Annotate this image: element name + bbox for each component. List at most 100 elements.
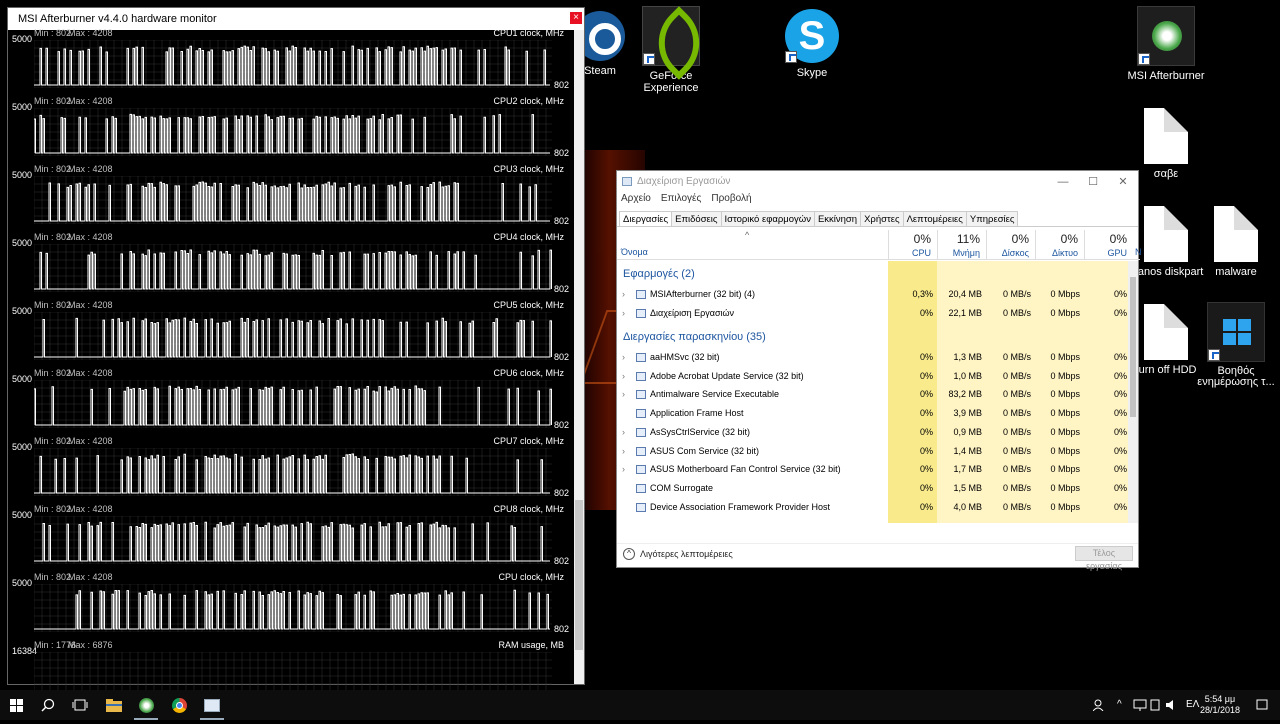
- expand-chevron-icon[interactable]: ›: [622, 423, 625, 442]
- column-name[interactable]: Όνομα: [621, 247, 648, 257]
- process-row[interactable]: › aaHMSvc (32 bit) 0% 1,3 MB 0 MB/s 0 Mbps 0%: [617, 348, 1130, 367]
- tab-users[interactable]: Χρήστες: [860, 211, 904, 226]
- menu-options[interactable]: Επιλογές: [661, 193, 701, 207]
- process-row[interactable]: Device Association Framework Provider Ho…: [617, 498, 1130, 517]
- expand-chevron-icon[interactable]: ›: [622, 304, 625, 323]
- graph-panel: 5000 Min : 802 Max : 4208 CPU4 clock, MHz 80…: [8, 232, 576, 302]
- monitor-title-bar[interactable]: MSI Afterburner v4.4.0 hardware monitor …: [8, 8, 584, 30]
- graph-name: CPU6 clock, MHz: [493, 368, 564, 378]
- column-disk[interactable]: 0% Δίσκος: [986, 230, 1035, 260]
- expand-chevron-icon[interactable]: ›: [622, 348, 625, 367]
- msi-monitor-window[interactable]: MSI Afterburner v4.4.0 hardware monitor …: [7, 7, 585, 700]
- column-memory[interactable]: 11% Μνήμη: [937, 230, 986, 260]
- maximize-button[interactable]: ☐: [1078, 171, 1108, 193]
- process-cpu: 0%: [919, 501, 933, 512]
- process-network: 0 Mbps: [1050, 389, 1080, 400]
- geforce-icon: [642, 6, 700, 66]
- graph-name: CPU3 clock, MHz: [493, 164, 564, 174]
- desktop-icon-label: Skype: [796, 67, 828, 79]
- scrollbar-thumb[interactable]: [575, 500, 583, 650]
- tab-details[interactable]: Λεπτομέρειες: [902, 211, 967, 226]
- tab-performance[interactable]: Επιδόσεις: [671, 211, 722, 226]
- process-memory: 1,4 MB: [953, 445, 982, 456]
- expand-chevron-icon[interactable]: ›: [622, 442, 625, 461]
- menu-view[interactable]: Προβολή: [711, 193, 751, 207]
- end-task-button[interactable]: Τέλος εργασίας: [1075, 546, 1133, 571]
- process-memory: 0,9 MB: [953, 426, 982, 437]
- scrollbar-thumb[interactable]: [1130, 277, 1136, 417]
- expand-chevron-icon[interactable]: ›: [622, 385, 625, 404]
- speaker-icon[interactable]: [1165, 690, 1177, 720]
- process-icon: [636, 309, 646, 318]
- tab-services[interactable]: Υπηρεσίες: [965, 211, 1019, 226]
- language-indicator[interactable]: ΕΛ: [1186, 690, 1199, 720]
- taskbar-file-explorer[interactable]: [98, 690, 130, 720]
- process-row[interactable]: › ASUS Motherboard Fan Control Service (3…: [617, 460, 1130, 479]
- group-apps[interactable]: Εφαρμογές (2): [623, 268, 695, 280]
- graph-panel: 5000 Min : 802 Max : 4208 CPU5 clock, MHz 80…: [8, 300, 576, 370]
- monitor-scrollbar[interactable]: [574, 30, 584, 684]
- taskbar-msi-afterburner[interactable]: [130, 690, 162, 720]
- network-label: Δίκτυο: [1052, 248, 1078, 258]
- graph-min: Min : 802: [34, 368, 72, 378]
- close-button[interactable]: ×: [570, 12, 582, 24]
- column-headers: ^ Όνομα 0% CPU 11% Μνήμη 0% Δίσκος 0% Δίκτυο…: [617, 230, 1142, 260]
- network-total: 0%: [1060, 232, 1078, 246]
- chevron-up-icon[interactable]: ^: [1117, 690, 1122, 720]
- start-button[interactable]: [0, 690, 32, 720]
- tm-title-bar[interactable]: Διαχείριση Εργασιών — ☐ ✕: [617, 171, 1138, 193]
- fewer-details-link[interactable]: ^ Λιγότερες λεπτομέρειες: [623, 548, 733, 560]
- close-button[interactable]: ✕: [1108, 171, 1138, 193]
- desktop-icon-skype[interactable]: S Skype: [772, 6, 852, 79]
- taskbar-task-manager[interactable]: [196, 690, 228, 720]
- process-row[interactable]: › AsSysCtrlService (32 bit) 0% 0,9 MB 0 MB/s…: [617, 423, 1130, 442]
- minimize-button[interactable]: —: [1048, 171, 1078, 193]
- task-view-button[interactable]: [64, 690, 96, 720]
- tab-app-history[interactable]: Ιστορικό εφαρμογών: [720, 211, 815, 226]
- desktop-icon-geforce[interactable]: GeForce Experience: [631, 6, 711, 94]
- graph-area: 5000 Min : 802 Max : 4208 CPU1 clock, MHz 80…: [8, 28, 576, 700]
- tab-startup[interactable]: Εκκίνηση: [813, 211, 862, 226]
- graph-axis-top: 5000: [12, 306, 33, 316]
- task-manager-icon: [204, 698, 220, 712]
- process-list[interactable]: Εφαρμογές (2) › MSIAfterburner (32 bit) (4…: [617, 261, 1130, 523]
- group-background[interactable]: Διεργασίες παρασκηνίου (35): [623, 331, 766, 343]
- process-network: 0 Mbps: [1050, 464, 1080, 475]
- tab-processes[interactable]: Διεργασίες: [619, 211, 673, 226]
- process-network: 0 Mbps: [1050, 445, 1080, 456]
- msi-afterburner-icon: [1137, 6, 1195, 66]
- process-row[interactable]: › Διαχείριση Εργασιών 0% 22,1 MB 0 MB/s 0 Mbp…: [617, 304, 1130, 323]
- expand-chevron-icon[interactable]: ›: [622, 285, 625, 304]
- notifications-icon[interactable]: [1256, 690, 1268, 720]
- column-cpu[interactable]: 0% CPU: [888, 230, 937, 260]
- process-icon: [636, 465, 646, 475]
- clock[interactable]: 5:54 μμ 28/1/2018: [1200, 694, 1240, 716]
- column-network[interactable]: 0% Δίκτυο: [1035, 230, 1084, 260]
- monitor-title: MSI Afterburner v4.4.0 hardware monitor: [18, 13, 217, 25]
- tm-title: Διαχείριση Εργασιών: [637, 176, 731, 187]
- desktop-icon-msi-afterburner[interactable]: MSI Afterburner: [1126, 6, 1206, 82]
- process-row[interactable]: COM Surrogate 0% 1,5 MB 0 MB/s 0 Mbps 0%: [617, 479, 1130, 498]
- process-memory: 20,4 MB: [948, 289, 982, 299]
- desktop-icon-windows-update[interactable]: Βοηθός ενημέρωσης τ...: [1196, 302, 1276, 388]
- process-row[interactable]: › Antimalware Service Executable 0% 83,2 MB…: [617, 385, 1130, 404]
- network-icon[interactable]: [1133, 690, 1147, 720]
- process-row[interactable]: › MSIAfterburner (32 bit) (4) 0,3% 20,4 MB 0…: [617, 285, 1130, 304]
- process-list-scrollbar[interactable]: [1128, 261, 1138, 523]
- column-extra[interactable]: N: [1135, 247, 1142, 257]
- process-network: 0 Mbps: [1050, 352, 1080, 362]
- process-row[interactable]: › Adobe Acrobat Update Service (32 bit) 0%…: [617, 367, 1130, 386]
- desktop-icon-file-3[interactable]: malware: [1196, 206, 1276, 278]
- process-row[interactable]: › ASUS Com Service (32 bit) 0% 1,4 MB 0 MB/s…: [617, 442, 1130, 461]
- taskbar-chrome[interactable]: [163, 690, 195, 720]
- expand-chevron-icon[interactable]: ›: [622, 367, 625, 386]
- process-row[interactable]: Application Frame Host 0% 3,9 MB 0 MB/s 0 Mb…: [617, 404, 1130, 423]
- column-gpu[interactable]: 0% GPU: [1084, 230, 1133, 260]
- task-manager-window[interactable]: Διαχείριση Εργασιών — ☐ ✕ Αρχείο Επιλογέ…: [616, 170, 1142, 571]
- device-icon[interactable]: [1150, 690, 1160, 720]
- graph-min: Min : 802: [34, 164, 72, 174]
- expand-chevron-icon[interactable]: ›: [622, 460, 625, 479]
- people-icon[interactable]: [1092, 690, 1105, 720]
- search-button[interactable]: [32, 690, 64, 720]
- menu-file[interactable]: Αρχείο: [621, 193, 651, 207]
